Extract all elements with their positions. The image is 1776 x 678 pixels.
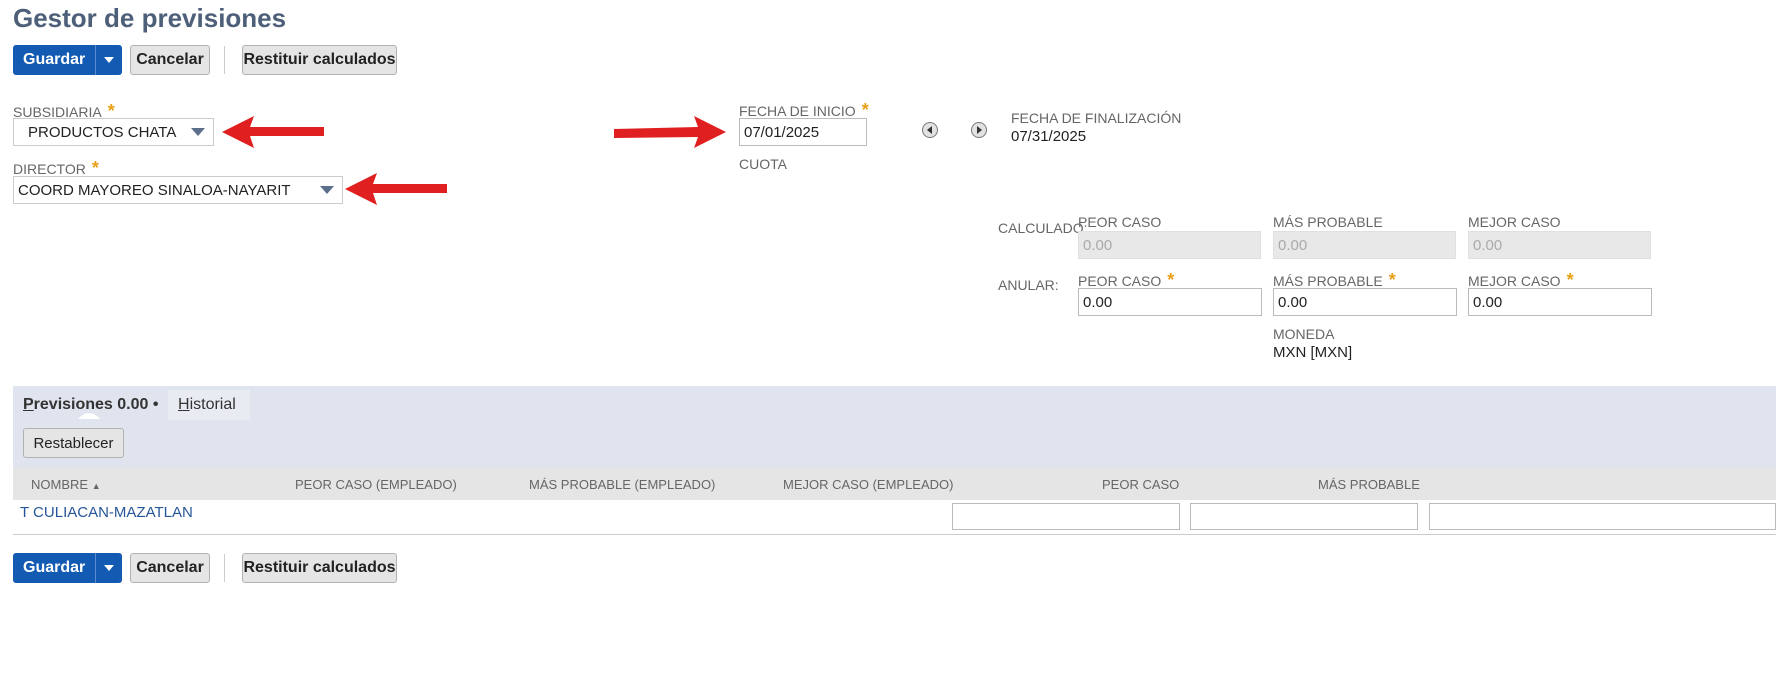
required-mark: * [861,100,869,120]
director-value: COORD MAYOREO SINALOA-NAYARIT [18,181,291,199]
calculated-worst-field: 0.00 [1078,231,1261,259]
reset-sublist-button[interactable]: Restablecer [23,428,124,458]
quota-label: CUOTA [739,156,787,172]
cancel-button[interactable]: Cancelar [130,45,210,75]
toolbar-divider [224,46,225,74]
annotation-arrow-icon [614,116,726,148]
end-date-value: 07/31/2025 [1011,128,1087,145]
subsidiary-value: PRODUCTOS CHATA [28,123,177,141]
toolbar-divider [224,554,225,582]
page-title: Gestor de previsiones [13,3,287,33]
row-worst-input[interactable] [952,503,1180,530]
override-likely-input[interactable]: 0.00 [1273,288,1457,316]
calculated-likely-field: 0.00 [1273,231,1456,259]
currency-label: MONEDA [1273,326,1335,342]
calculated-worst-label: PEOR CASO [1078,214,1162,230]
required-mark: * [1566,270,1574,290]
row-likely-input[interactable] [1190,503,1418,530]
required-mark: * [1388,270,1396,290]
required-mark: * [1167,270,1175,290]
end-date-label: FECHA DE FINALIZACIÓN [1011,110,1182,126]
save-button-label: Guardar [13,45,97,75]
save-button-label: Guardar [13,553,97,583]
currency-value: MXN [MXN] [1273,344,1353,361]
sort-ascending-icon: ▲ [91,481,101,491]
column-header-likely[interactable]: MÁS PROBABLE [1318,477,1420,492]
save-button[interactable]: Guardar [13,45,123,75]
save-button-bottom[interactable]: Guardar [13,553,123,583]
tab-history[interactable]: Historial [168,390,250,420]
column-header-worst[interactable]: PEOR CASO [1102,477,1179,492]
column-header-worst-employee[interactable]: PEOR CASO (EMPLEADO) [295,477,457,492]
row-best-input[interactable] [1429,503,1776,530]
cancel-button-bottom[interactable]: Cancelar [130,553,210,583]
reset-calculated-button-bottom[interactable]: Restituir calculados [242,553,397,583]
calculated-likely-label: MÁS PROBABLE [1273,214,1383,230]
chevron-down-icon[interactable] [312,186,342,194]
subsidiary-select[interactable]: PRODUCTOS CHATA [13,118,214,146]
column-header-best-employee[interactable]: MEJOR CASO (EMPLEADO) [783,477,953,492]
active-tab-indicator-icon [78,413,100,419]
row-name-link[interactable]: T CULIACAN-MAZATLAN [20,504,193,521]
save-menu-chevron-down-icon[interactable] [96,553,122,583]
calculated-label: CALCULADO: [998,220,1088,236]
start-date-input[interactable]: 07/01/2025 [739,118,867,146]
column-header-likely-employee[interactable]: MÁS PROBABLE (EMPLEADO) [529,477,715,492]
previous-period-icon[interactable] [922,122,938,138]
column-header-name[interactable]: NOMBRE ▲ [31,477,101,492]
director-select[interactable]: COORD MAYOREO SINALOA-NAYARIT [13,176,343,204]
override-best-input[interactable]: 0.00 [1468,288,1652,316]
calculated-best-field: 0.00 [1468,231,1651,259]
override-worst-input[interactable]: 0.00 [1078,288,1262,316]
calculated-best-label: MEJOR CASO [1468,214,1561,230]
required-mark: * [91,158,99,178]
override-label: ANULAR: [998,277,1059,293]
annotation-arrow-icon [345,173,447,205]
annotation-arrow-icon [222,116,324,148]
next-period-icon[interactable] [971,122,987,138]
reset-calculated-button[interactable]: Restituir calculados [242,45,397,75]
save-menu-chevron-down-icon[interactable] [96,45,122,75]
chevron-down-icon[interactable] [183,128,213,136]
